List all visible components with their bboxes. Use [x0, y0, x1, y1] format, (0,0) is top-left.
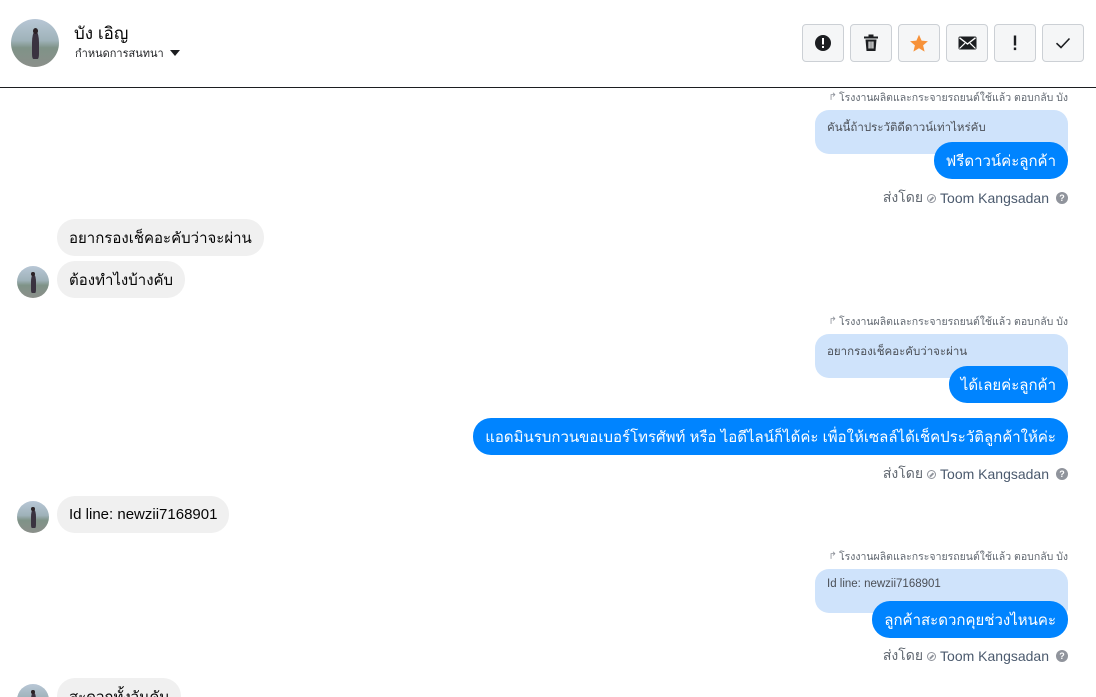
- sent-by-line: ส่งโดย Toom Kangsadan ?: [883, 187, 1068, 209]
- help-icon[interactable]: ?: [1056, 650, 1068, 662]
- agent-status-icon: [927, 651, 937, 661]
- caret-down-icon: [169, 50, 180, 56]
- reply-context-text: โรงงานผลิตและกระจายรถยนต์ใช้แล้ว ตอบกลับ…: [838, 92, 1068, 104]
- sent-by-label: ส่งโดย: [882, 465, 924, 481]
- sent-by-label: ส่งโดย: [882, 189, 924, 205]
- conversation-toolbar: [802, 24, 1084, 62]
- agent-name[interactable]: Toom Kangsadan: [940, 648, 1049, 664]
- delete-button[interactable]: [850, 24, 892, 62]
- exclamation-icon: [1013, 35, 1017, 51]
- incoming-message[interactable]: ต้องทำไงบ้างคับ: [57, 261, 186, 298]
- conversation-header: บัง เอิญ กำหนดการสนทนา: [0, 0, 1096, 88]
- help-icon[interactable]: ?: [1056, 192, 1068, 204]
- agent-status-icon: [927, 469, 937, 479]
- conversation-schedule-label: กำหนดการสนทนา: [75, 48, 164, 60]
- star-button[interactable]: [898, 24, 940, 62]
- conversation-schedule-dropdown[interactable]: กำหนดการสนทนา: [75, 44, 180, 62]
- mark-spam-button[interactable]: [802, 24, 844, 62]
- reply-context-text: โรงงานผลิตและกระจายรถยนต์ใช้แล้ว ตอบกลับ…: [838, 316, 1068, 328]
- sent-by-line: ส่งโดย Toom Kangsadan ?: [883, 645, 1068, 667]
- contact-avatar[interactable]: [17, 684, 49, 697]
- reply-context-note: ↱ โรงงานผลิตและกระจายรถยนต์ใช้แล้ว ตอบกล…: [829, 313, 1068, 330]
- help-icon[interactable]: ?: [1056, 468, 1068, 480]
- outgoing-message[interactable]: ฟรีดาวน์ค่ะลูกค้า: [933, 142, 1068, 179]
- reply-context-text: โรงงานผลิตและกระจายรถยนต์ใช้แล้ว ตอบกลับ…: [838, 551, 1068, 563]
- reply-arrow-icon: ↱: [828, 551, 837, 562]
- checkmark-icon: [1055, 37, 1071, 49]
- spam-icon: [815, 35, 831, 51]
- mail-icon: [958, 36, 976, 50]
- star-icon: [910, 34, 928, 52]
- mark-done-button[interactable]: [1042, 24, 1084, 62]
- incoming-message[interactable]: สะดวกทั้งวันคับ: [57, 678, 181, 697]
- sent-by-label: ส่งโดย: [882, 647, 924, 663]
- contact-avatar[interactable]: [11, 19, 59, 67]
- reply-context-note: ↱ โรงงานผลิตและกระจายรถยนต์ใช้แล้ว ตอบกล…: [829, 89, 1068, 106]
- incoming-message[interactable]: อยากรองเช็คอะคับว่าจะผ่าน: [57, 219, 264, 256]
- outgoing-message[interactable]: แอดมินรบกวนขอเบอร์โทรศัพท์ หรือ ไอดีไลน์…: [473, 418, 1068, 455]
- agent-name[interactable]: Toom Kangsadan: [940, 190, 1049, 206]
- reply-context-note: ↱ โรงงานผลิตและกระจายรถยนต์ใช้แล้ว ตอบกล…: [829, 548, 1068, 565]
- sent-by-line: ส่งโดย Toom Kangsadan ?: [883, 463, 1068, 485]
- contact-name[interactable]: บัง เอิญ: [74, 20, 128, 47]
- mark-unread-button[interactable]: [946, 24, 988, 62]
- trash-icon: [864, 34, 878, 51]
- reply-arrow-icon: ↱: [828, 92, 837, 103]
- reply-arrow-icon: ↱: [828, 316, 837, 327]
- follow-up-button[interactable]: [994, 24, 1036, 62]
- contact-avatar[interactable]: [17, 266, 49, 298]
- incoming-message[interactable]: Id line: newzii7168901: [57, 496, 230, 533]
- agent-name[interactable]: Toom Kangsadan: [940, 466, 1049, 482]
- outgoing-message[interactable]: ลูกค้าสะดวกคุยช่วงไหนคะ: [872, 601, 1068, 638]
- contact-avatar[interactable]: [17, 501, 49, 533]
- outgoing-message[interactable]: ได้เลยค่ะลูกค้า: [948, 366, 1068, 403]
- agent-status-icon: [927, 193, 937, 203]
